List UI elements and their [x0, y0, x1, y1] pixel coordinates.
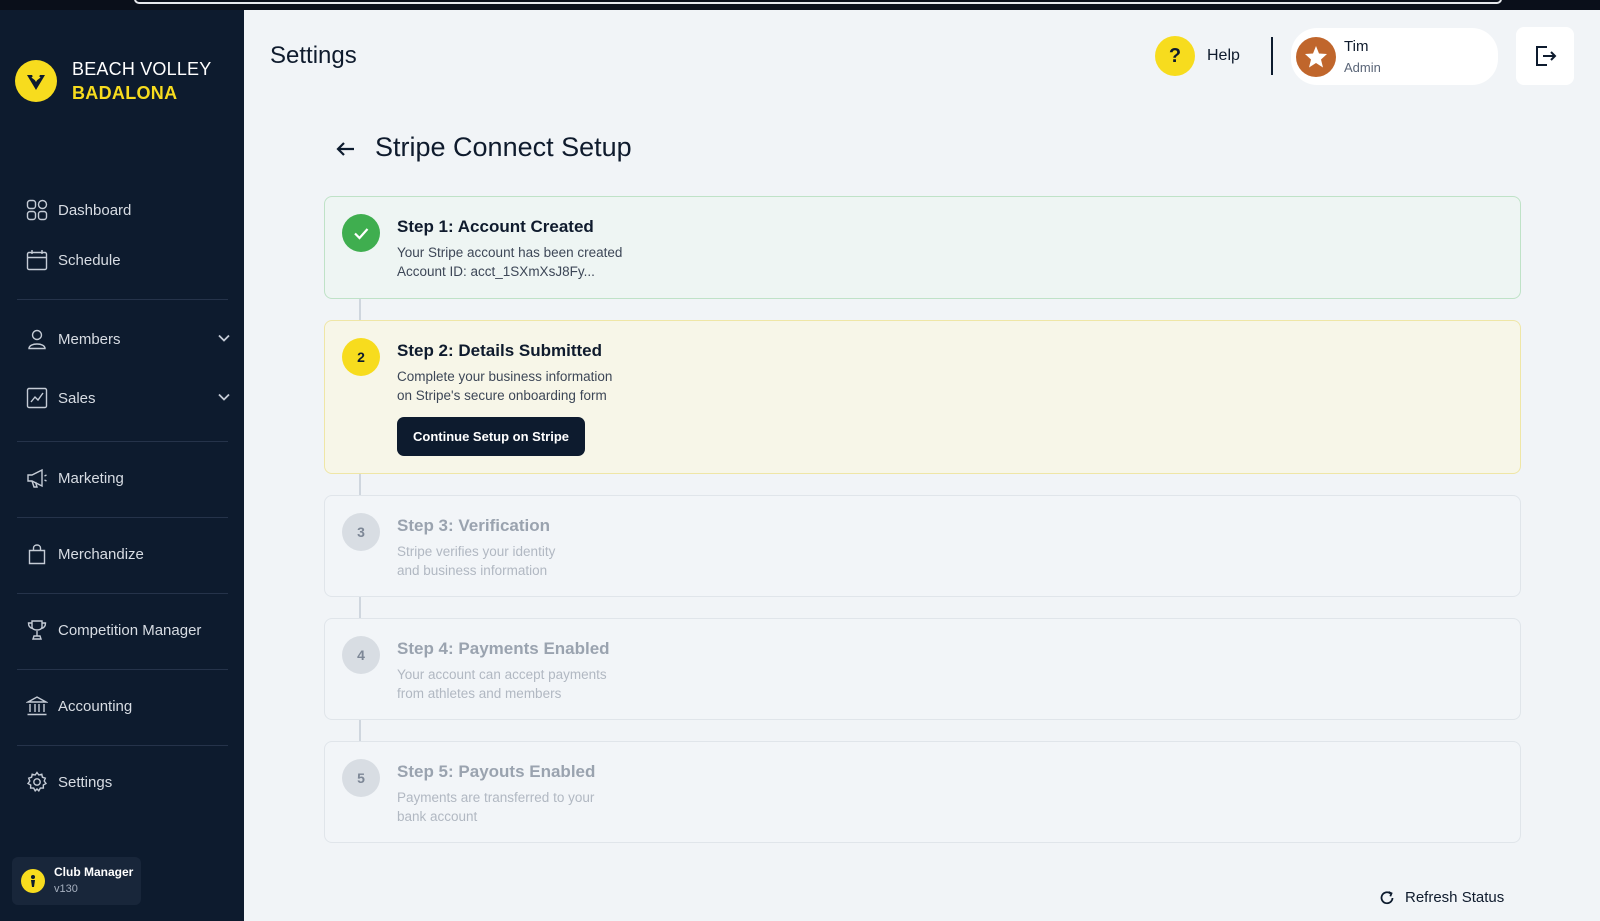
step-number-badge: 4	[342, 636, 380, 674]
bank-icon	[26, 695, 48, 717]
divider	[17, 517, 228, 518]
sidebar-item-schedule[interactable]: Schedule	[26, 244, 231, 276]
logout-icon	[1536, 46, 1557, 66]
sidebar-item-label: Dashboard	[58, 201, 132, 219]
chevron-down-icon[interactable]	[217, 390, 231, 408]
sidebar-item-competition-manager[interactable]: Competition Manager	[26, 614, 231, 646]
step-desc-line: on Stripe's secure onboarding form	[397, 388, 607, 403]
check-icon	[342, 214, 380, 252]
sidebar-item-label: Competition Manager	[58, 621, 202, 639]
help-button[interactable]: ? Help	[1155, 36, 1240, 76]
header-divider	[1271, 37, 1273, 75]
step-desc-line: Stripe verifies your identity	[397, 544, 556, 559]
back-arrow-icon[interactable]	[334, 137, 358, 161]
divider	[17, 441, 228, 442]
divider	[17, 299, 228, 300]
megaphone-icon	[26, 467, 48, 489]
step-description: Stripe verifies your identity and busine…	[397, 542, 555, 580]
step-desc-line: bank account	[397, 809, 478, 824]
section-title: Stripe Connect Setup	[375, 132, 632, 162]
sidebar-item-label: Members	[58, 330, 121, 348]
sidebar-item-label: Settings	[58, 773, 113, 791]
step-title: Step 2: Details Submitted	[397, 341, 602, 360]
brand[interactable]: BEACH VOLLEY BADALONA	[15, 57, 211, 105]
divider	[17, 593, 228, 594]
browser-url-bar[interactable]	[134, 0, 1502, 4]
calendar-icon	[26, 249, 48, 271]
app-logo-icon	[21, 869, 45, 893]
sidebar-item-label: Marketing	[58, 469, 124, 487]
step-desc-line: Payments are transferred to your	[397, 790, 595, 805]
app-version: v130	[54, 883, 78, 895]
sidebar-item-members[interactable]: Members	[26, 323, 231, 355]
page-title: Settings	[270, 42, 357, 69]
refresh-icon	[1380, 890, 1394, 904]
step-connector	[359, 720, 361, 741]
sidebar-item-merchandize[interactable]: Merchandize	[26, 538, 231, 570]
step-connector	[359, 597, 361, 618]
step-desc-line: Your account can accept payments	[397, 667, 607, 682]
sidebar-item-marketing[interactable]: Marketing	[26, 462, 231, 494]
shopping-bag-icon	[26, 543, 48, 565]
help-icon: ?	[1155, 36, 1195, 76]
step-card-5: 5 Step 5: Payouts Enabled Payments are t…	[324, 741, 1521, 843]
step-title: Step 1: Account Created	[397, 217, 594, 236]
divider	[17, 669, 228, 670]
trophy-icon	[26, 619, 48, 641]
chart-icon	[26, 387, 48, 409]
brand-name: BEACH VOLLEY	[72, 59, 212, 79]
step-title: Step 4: Payments Enabled	[397, 639, 610, 658]
step-number-badge: 5	[342, 759, 380, 797]
brand-city: BADALONA	[72, 83, 178, 103]
browser-top-strip	[0, 0, 1600, 10]
sidebar-item-dashboard[interactable]: Dashboard	[26, 194, 231, 226]
step-card-2: 2 Step 2: Details Submitted Complete you…	[324, 320, 1521, 474]
step-title: Step 5: Payouts Enabled	[397, 762, 596, 781]
sidebar: BEACH VOLLEY BADALONA Dashboard Schedule…	[0, 10, 244, 921]
step-description: Your account can accept payments from at…	[397, 665, 607, 703]
refresh-status-button[interactable]: Refresh Status	[1379, 889, 1504, 906]
sidebar-item-settings[interactable]: Settings	[26, 766, 231, 798]
refresh-label: Refresh Status	[1405, 889, 1505, 906]
continue-setup-button[interactable]: Continue Setup on Stripe	[397, 417, 585, 456]
dashboard-grid-icon	[26, 199, 48, 221]
avatar	[1296, 36, 1336, 77]
user-role: Admin	[1344, 59, 1381, 75]
user-profile-card[interactable]: Tim Admin	[1291, 28, 1498, 85]
gear-icon	[26, 771, 48, 793]
help-label: Help	[1207, 47, 1240, 64]
step-desc-line: Your Stripe account has been created	[397, 245, 623, 260]
step-number-badge: 3	[342, 513, 380, 551]
sidebar-item-label: Schedule	[58, 251, 121, 269]
club-logo-icon	[15, 60, 57, 102]
sidebar-item-label: Merchandize	[58, 545, 144, 563]
step-description: Your Stripe account has been created Acc…	[397, 243, 622, 281]
user-icon	[26, 328, 48, 350]
sidebar-item-sales[interactable]: Sales	[26, 382, 231, 414]
step-card-3: 3 Step 3: Verification Stripe verifies y…	[324, 495, 1521, 597]
step-card-1: Step 1: Account Created Your Stripe acco…	[324, 196, 1521, 299]
sidebar-item-accounting[interactable]: Accounting	[26, 690, 231, 722]
step-description: Payments are transferred to your bank ac…	[397, 788, 594, 826]
divider	[17, 745, 228, 746]
step-desc-line: Complete your business information	[397, 369, 613, 384]
sidebar-item-label: Sales	[58, 389, 96, 407]
chevron-down-icon[interactable]	[217, 331, 231, 349]
user-name: Tim	[1344, 37, 1369, 55]
step-desc-line: from athletes and members	[397, 686, 562, 701]
star-icon	[1305, 45, 1327, 67]
logout-button[interactable]	[1516, 27, 1574, 85]
sidebar-item-label: Accounting	[58, 697, 133, 715]
app-name: Club Manager	[54, 865, 134, 879]
app-version-badge: Club Manager v130	[12, 857, 141, 905]
step-connector	[359, 299, 361, 320]
step-connector	[359, 474, 361, 495]
step-card-4: 4 Step 4: Payments Enabled Your account …	[324, 618, 1521, 720]
step-number-badge: 2	[342, 338, 380, 376]
step-desc-line: and business information	[397, 563, 548, 578]
step-description: Complete your business information on St…	[397, 367, 612, 405]
step-title: Step 3: Verification	[397, 516, 551, 535]
account-id: Account ID: acct_1SXmXsJ8Fy...	[397, 264, 595, 279]
